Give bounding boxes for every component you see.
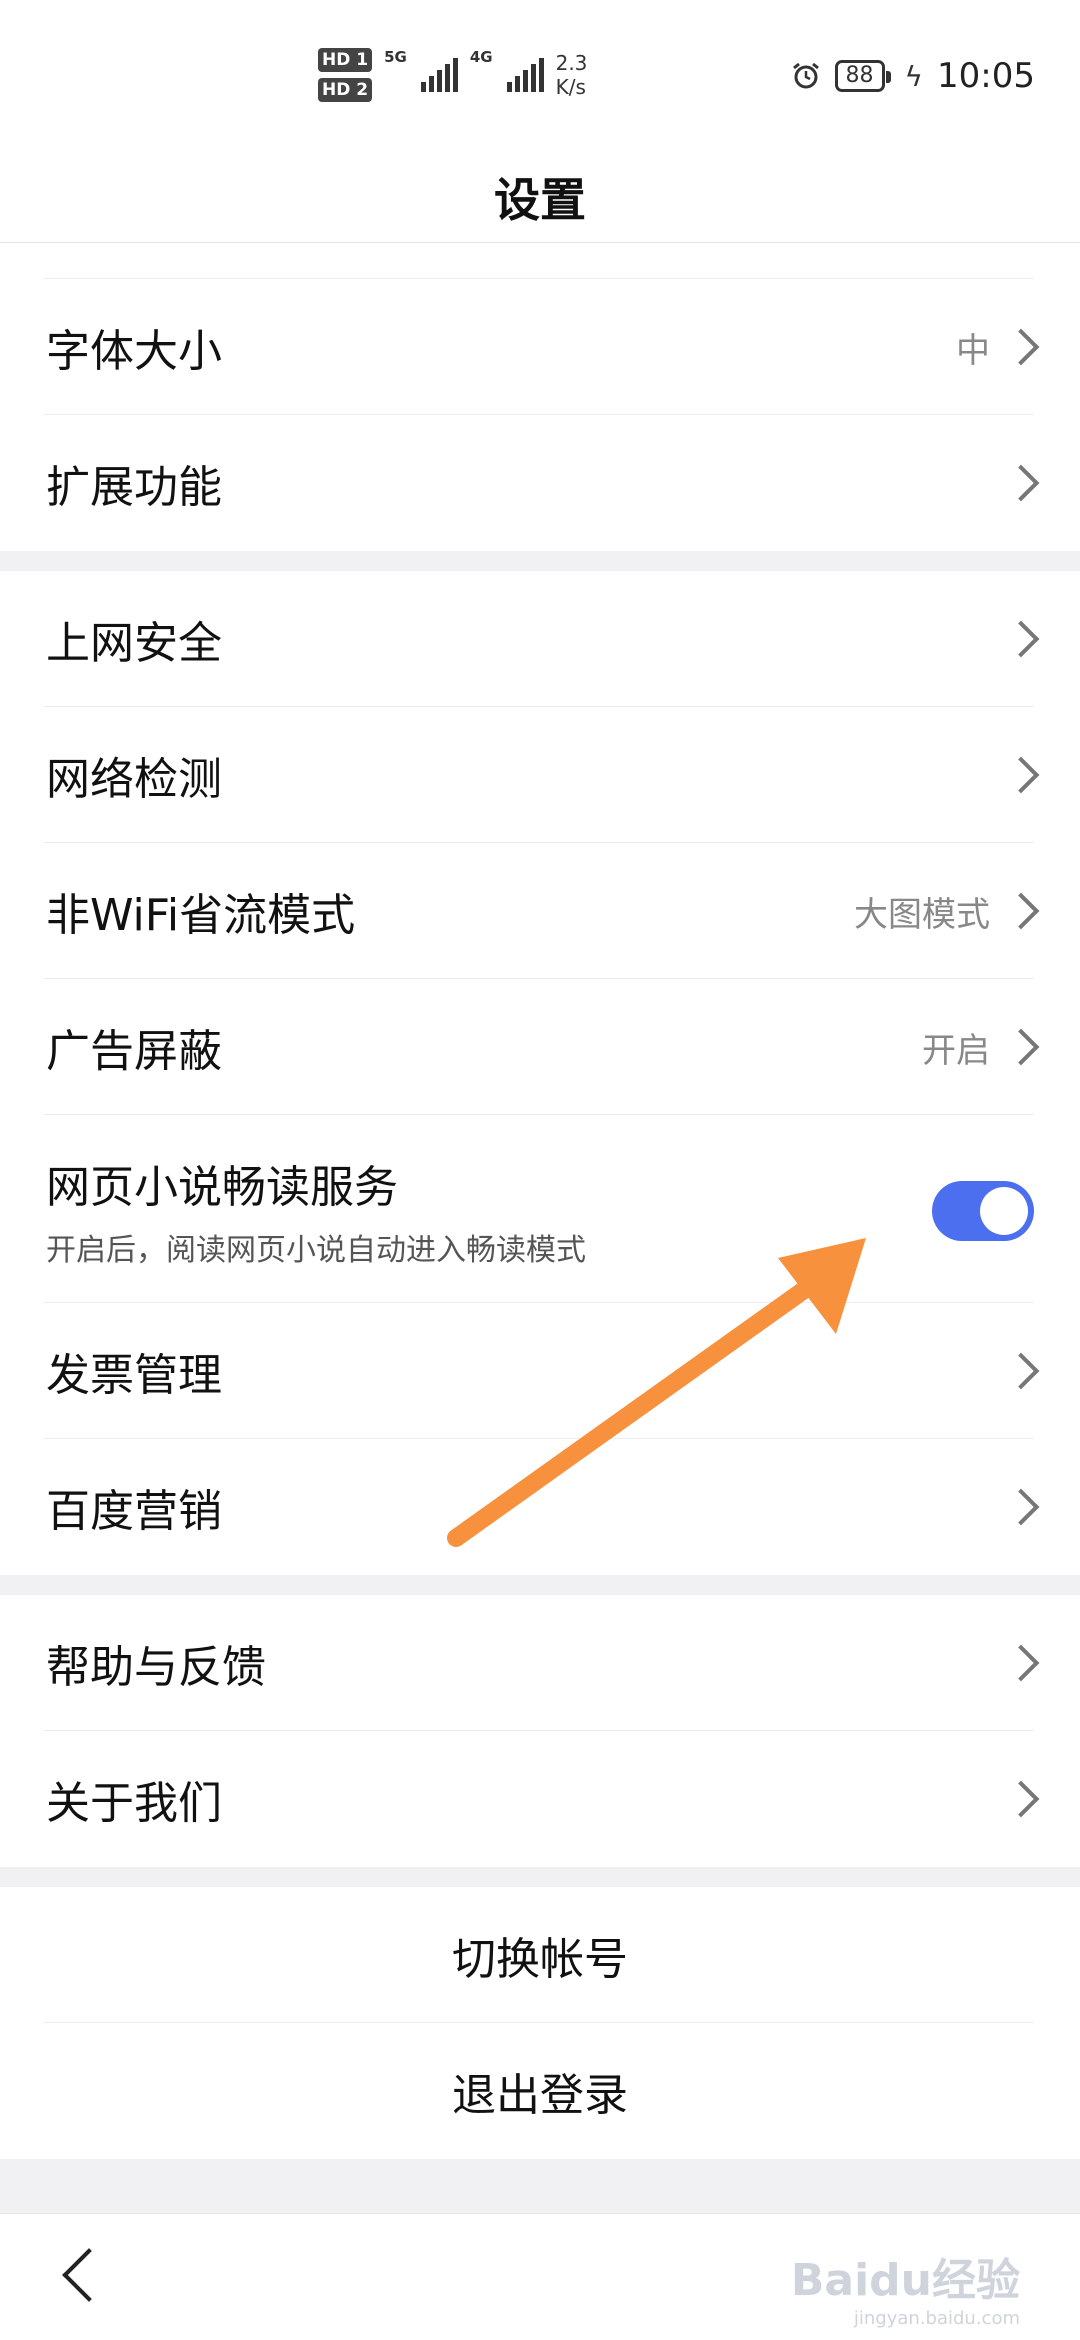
setting-label: 发票管理	[46, 1350, 222, 1401]
chevron-right-icon	[1002, 756, 1040, 794]
watermark: Baidu经验 jingyan.baidu.com	[791, 2244, 1020, 2329]
setting-label: 扩展功能	[46, 462, 222, 513]
back-icon[interactable]	[62, 2248, 116, 2302]
network-type-1: 5G	[384, 48, 407, 66]
setting-data-saver[interactable]: 非WiFi省流模式 大图模式	[0, 843, 1080, 979]
chevron-right-icon	[1002, 1780, 1040, 1818]
setting-invoice[interactable]: 发票管理	[0, 1303, 1080, 1439]
hd1-badge: HD 1	[318, 48, 373, 72]
watermark-url: jingyan.baidu.com	[853, 2308, 1020, 2329]
settings-group-network: 上网安全 网络检测 非WiFi省流模式 大图模式 广告屏蔽 开启 网页小说畅读服…	[0, 571, 1080, 1575]
logout-button[interactable]: 退出登录	[0, 2023, 1080, 2159]
switch-account-label: 切换帐号	[452, 1934, 628, 1985]
signal-icon-1	[420, 58, 458, 92]
chevron-right-icon	[1002, 892, 1040, 930]
setting-value: 大图模式	[854, 894, 990, 935]
settings-group-help: 帮助与反馈 关于我们	[0, 1595, 1080, 1867]
setting-label: 百度营销	[46, 1486, 222, 1537]
chevron-right-icon	[1002, 1488, 1040, 1526]
signal-icon-2	[506, 58, 544, 92]
setting-label: 广告屏蔽	[46, 1026, 222, 1077]
switch-account-button[interactable]: 切换帐号	[0, 1887, 1080, 2023]
settings-list: 字体大小 中 扩展功能 上网安全 网络检测 非WiFi省流模式 大图模式 广告屏…	[0, 243, 1080, 2159]
setting-label: 网络检测	[46, 754, 222, 805]
chevron-right-icon	[1002, 1644, 1040, 1682]
battery-icon: 88	[834, 60, 891, 92]
header: 设置	[0, 150, 1080, 243]
alarm-icon	[792, 62, 819, 89]
setting-ad-block[interactable]: 广告屏蔽 开启	[0, 979, 1080, 1115]
setting-novel-reading: 网页小说畅读服务 开启后，阅读网页小说自动进入畅读模式	[0, 1115, 1080, 1303]
toggle-knob	[980, 1187, 1028, 1235]
group-gap	[0, 551, 1080, 571]
list-top-strip	[0, 243, 1080, 279]
setting-label: 关于我们	[46, 1778, 222, 1829]
watermark-brand: Baidu经验	[790, 2255, 1020, 2306]
setting-baidu-marketing[interactable]: 百度营销	[0, 1439, 1080, 1575]
clock: 10:05	[937, 56, 1035, 96]
settings-group-display: 字体大小 中 扩展功能	[0, 243, 1080, 551]
network-type-2: 4G	[469, 48, 493, 66]
chevron-right-icon	[1002, 1028, 1040, 1066]
group-gap	[0, 1867, 1080, 1887]
chevron-right-icon	[1002, 464, 1040, 502]
page-title: 设置	[494, 173, 586, 227]
setting-label: 字体大小	[46, 326, 222, 377]
setting-extensions[interactable]: 扩展功能	[0, 415, 1080, 551]
status-left: HD 1 HD 2 5G 4G 2.3 K/s	[318, 48, 587, 102]
status-bar: HD 1 HD 2 5G 4G 2.3 K/s 88 ϟ 10:05	[0, 0, 1080, 150]
setting-value: 开启	[922, 1030, 990, 1071]
status-right: 88 ϟ 10:05	[791, 56, 1035, 96]
setting-label: 非WiFi省流模式	[46, 890, 356, 941]
group-gap	[0, 1575, 1080, 1595]
account-group: 切换帐号 退出登录	[0, 1887, 1080, 2159]
setting-about-us[interactable]: 关于我们	[0, 1731, 1080, 1867]
speed-value: 2.3	[555, 51, 588, 75]
setting-value: 中	[956, 330, 990, 371]
setting-help-feedback[interactable]: 帮助与反馈	[0, 1595, 1080, 1731]
novel-reading-toggle[interactable]	[932, 1181, 1034, 1241]
chevron-right-icon	[1002, 620, 1040, 658]
setting-web-security[interactable]: 上网安全	[0, 571, 1080, 707]
setting-label: 网页小说畅读服务	[46, 1162, 398, 1213]
setting-label: 上网安全	[46, 618, 222, 669]
hd2-badge: HD 2	[318, 78, 373, 102]
speed-unit: K/s	[555, 75, 586, 99]
setting-network-check[interactable]: 网络检测	[0, 707, 1080, 843]
setting-description: 开启后，阅读网页小说自动进入畅读模式	[46, 1233, 586, 1268]
chevron-right-icon	[1002, 1352, 1040, 1390]
network-speed: 2.3 K/s	[556, 51, 588, 99]
chevron-right-icon	[1002, 328, 1040, 366]
charging-icon: ϟ	[904, 59, 924, 93]
bottom-nav: Baidu经验 jingyan.baidu.com	[0, 2213, 1080, 2340]
logout-label: 退出登录	[452, 2070, 628, 2121]
setting-font-size[interactable]: 字体大小 中	[0, 279, 1080, 415]
setting-label: 帮助与反馈	[46, 1642, 266, 1693]
